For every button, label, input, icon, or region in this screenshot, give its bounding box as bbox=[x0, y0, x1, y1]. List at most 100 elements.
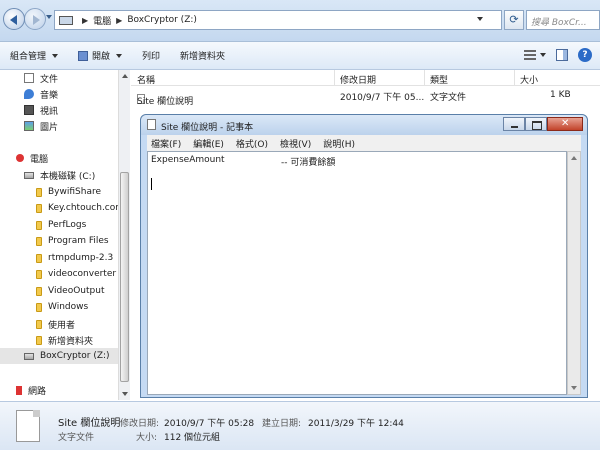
nav-label: Program Files bbox=[48, 236, 109, 246]
maximize-button[interactable] bbox=[525, 117, 547, 131]
chevron-down-icon bbox=[52, 53, 59, 58]
column-header-type[interactable]: 類型 bbox=[430, 73, 448, 86]
notepad-scrollbar[interactable] bbox=[567, 151, 581, 395]
details-modified-value: 2010/9/7 下午 05:28 bbox=[164, 419, 255, 429]
details-file-name: Site 欄位說明 bbox=[58, 418, 121, 429]
notepad-text-area[interactable]: ExpenseAmount -- 可消費餘額 bbox=[147, 151, 567, 395]
folder-icon bbox=[36, 335, 42, 345]
nav-folder[interactable]: Key.chtouch.com bbox=[36, 200, 124, 216]
file-size: 1 KB bbox=[550, 90, 571, 100]
scroll-thumb[interactable] bbox=[120, 172, 129, 382]
notepad-titlebar[interactable]: Site 欄位說明 - 記事本 bbox=[141, 115, 587, 135]
pictures-icon bbox=[24, 121, 34, 131]
breadcrumb-computer[interactable]: 電腦 bbox=[93, 14, 111, 27]
new-folder-button[interactable]: 新增資料夾 bbox=[170, 42, 235, 69]
column-divider[interactable] bbox=[424, 70, 425, 86]
details-modified-label: 修改日期: bbox=[120, 419, 160, 429]
column-headers: 名稱 修改日期 類型 大小 bbox=[131, 70, 600, 86]
nav-label: 新增資料夾 bbox=[48, 336, 94, 347]
organize-button[interactable]: 組合管理 bbox=[0, 42, 68, 69]
new-folder-label: 新增資料夾 bbox=[180, 52, 226, 62]
nav-folder[interactable]: PerfLogs bbox=[36, 217, 86, 233]
column-header-size[interactable]: 大小 bbox=[520, 73, 538, 86]
text-key: ExpenseAmount bbox=[151, 155, 225, 165]
help-icon[interactable]: ? bbox=[578, 48, 592, 62]
nav-item-boxcryptor[interactable]: BoxCryptor (Z:) bbox=[0, 348, 118, 364]
nav-item-network[interactable]: 網路 bbox=[16, 382, 46, 398]
column-divider[interactable] bbox=[514, 70, 515, 86]
nav-item-pictures[interactable]: 圖片 bbox=[24, 118, 58, 134]
nav-item-music[interactable]: 音樂 bbox=[24, 86, 58, 102]
notepad-window: Site 欄位說明 - 記事本 檔案(F) 編輯(E) 格式(O) 檢視(V) … bbox=[140, 114, 588, 398]
column-header-name[interactable]: 名稱 bbox=[137, 73, 155, 86]
nav-folder[interactable]: Windows bbox=[36, 299, 88, 315]
forward-button[interactable] bbox=[24, 8, 46, 30]
details-created-label: 建立日期: bbox=[262, 419, 302, 429]
address-bar: ▶ 電腦 ▶ BoxCryptor (Z:) ⟳ 搜尋 BoxCr... bbox=[0, 0, 600, 42]
menu-file[interactable]: 檔案(F) bbox=[151, 137, 181, 150]
organize-label: 組合管理 bbox=[10, 52, 47, 62]
details-size-label: 大小: bbox=[136, 433, 158, 443]
nav-label: Key.chtouch.com bbox=[48, 203, 125, 213]
video-icon bbox=[24, 105, 34, 115]
nav-item-documents[interactable]: 文件 bbox=[24, 70, 58, 86]
menu-help[interactable]: 說明(H) bbox=[323, 137, 355, 150]
column-divider[interactable] bbox=[334, 70, 335, 86]
notepad-icon bbox=[147, 119, 156, 130]
notepad-menubar: 檔案(F) 編輯(E) 格式(O) 檢視(V) 說明(H) bbox=[147, 135, 581, 151]
back-button[interactable] bbox=[3, 8, 25, 30]
print-button[interactable]: 列印 bbox=[132, 42, 170, 69]
nav-label: 使用者 bbox=[48, 320, 76, 331]
chevron-right-icon[interactable]: ▶ bbox=[116, 16, 122, 25]
nav-label: BoxCryptor (Z:) bbox=[40, 351, 110, 361]
text-file-icon bbox=[16, 410, 40, 442]
menu-format[interactable]: 格式(O) bbox=[236, 137, 268, 150]
chevron-right-icon[interactable]: ▶ bbox=[82, 16, 88, 25]
nav-item-videos[interactable]: 視訊 bbox=[24, 102, 58, 118]
nav-folder[interactable]: VideoOutput bbox=[36, 283, 104, 299]
music-icon bbox=[24, 89, 34, 99]
breadcrumb-boxcryptor[interactable]: BoxCryptor (Z:) bbox=[127, 15, 197, 25]
text-value: -- 可消費餘額 bbox=[281, 158, 336, 168]
details-pane: Site 欄位說明 文字文件 修改日期: 2010/9/7 下午 05:28 建… bbox=[0, 401, 600, 450]
drive-icon bbox=[24, 171, 34, 179]
minimize-button[interactable] bbox=[503, 117, 525, 131]
navigation-scrollbar[interactable] bbox=[118, 70, 130, 400]
column-header-date[interactable]: 修改日期 bbox=[340, 73, 376, 86]
address-box[interactable]: ▶ 電腦 ▶ BoxCryptor (Z:) bbox=[54, 10, 502, 30]
nav-folder[interactable]: rtmpdump-2.3 bbox=[36, 250, 113, 266]
scroll-up-icon[interactable] bbox=[571, 156, 577, 160]
nav-folder[interactable]: 使用者 bbox=[36, 316, 75, 332]
address-dropdown-icon[interactable] bbox=[477, 17, 483, 21]
nav-label: 圖片 bbox=[40, 122, 59, 133]
nav-label: videoconverter bbox=[48, 269, 117, 279]
network-icon bbox=[16, 385, 22, 395]
nav-label: 視訊 bbox=[40, 106, 59, 117]
nav-label: rtmpdump-2.3 bbox=[48, 253, 114, 263]
chevron-down-icon[interactable] bbox=[540, 53, 546, 57]
open-icon bbox=[78, 50, 89, 61]
search-input[interactable]: 搜尋 BoxCr... bbox=[526, 10, 600, 30]
nav-folder[interactable]: BywifiShare bbox=[36, 184, 101, 200]
chevron-down-icon bbox=[116, 53, 123, 58]
refresh-button[interactable]: ⟳ bbox=[504, 10, 524, 30]
nav-folder[interactable]: videoconverter bbox=[36, 266, 116, 282]
nav-label: VideoOutput bbox=[48, 286, 105, 296]
view-options-icon[interactable] bbox=[524, 50, 536, 60]
close-button[interactable] bbox=[547, 117, 583, 131]
scroll-down-icon[interactable] bbox=[122, 392, 128, 396]
recent-pages-dropdown-icon[interactable] bbox=[46, 15, 52, 19]
folder-icon bbox=[36, 187, 42, 197]
open-button[interactable]: 開啟 bbox=[68, 42, 132, 69]
folder-icon bbox=[36, 286, 42, 296]
scroll-up-icon[interactable] bbox=[122, 74, 128, 78]
menu-view[interactable]: 檢視(V) bbox=[280, 137, 311, 150]
nav-folder[interactable]: 新增資料夾 bbox=[36, 332, 93, 348]
scroll-down-icon[interactable] bbox=[571, 386, 577, 390]
nav-item-local-disk[interactable]: 本機磁碟 (C:) bbox=[24, 167, 95, 183]
menu-edit[interactable]: 編輯(E) bbox=[193, 137, 224, 150]
nav-item-computer[interactable]: 電腦 bbox=[16, 150, 48, 166]
preview-pane-icon[interactable] bbox=[556, 49, 568, 61]
nav-folder[interactable]: Program Files bbox=[36, 233, 109, 249]
file-row[interactable]: Site 欄位說明 2010/9/7 下午 05... 文字文件 1 KB bbox=[131, 86, 600, 107]
